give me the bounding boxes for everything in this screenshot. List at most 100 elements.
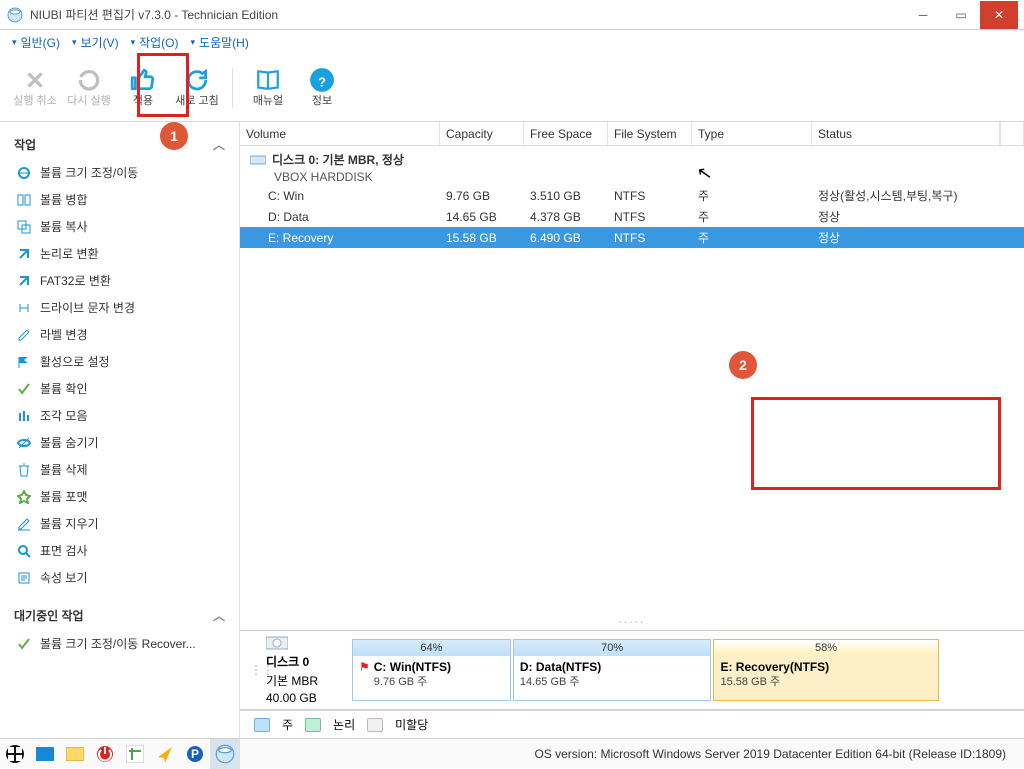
partition-box[interactable]: 64%⚑C: Win(NTFS)9.76 GB 주: [352, 639, 511, 701]
menu-bar: 일반(G) 보기(V) 작업(O) 도움말(H): [0, 30, 1024, 54]
svg-text:?: ?: [318, 75, 326, 90]
op-icon: [16, 408, 32, 424]
sidebar-op-4[interactable]: FAT32로 변환: [0, 267, 239, 294]
taskbar-app2[interactable]: [150, 739, 180, 769]
sidebar-op-7[interactable]: 활성으로 설정: [0, 348, 239, 375]
op-icon: [16, 219, 32, 235]
chevron-up-icon: ︿: [213, 607, 225, 624]
volume-row[interactable]: E: Recovery15.58 GB6.490 GBNTFS주정상: [240, 227, 1024, 248]
check-icon: [16, 636, 32, 652]
legend: 주 논리 미할당: [240, 710, 1024, 738]
partition-usage-bar: 64%: [353, 640, 510, 656]
sidebar-op-9[interactable]: 조각 모음: [0, 402, 239, 429]
disk-map: ⋮⋮ 디스크 0 기본 MBR 40.00 GB 64%⚑C: Win(NTFS…: [240, 630, 1024, 710]
col-volume[interactable]: Volume: [240, 122, 440, 145]
splitter[interactable]: .....: [240, 608, 1024, 630]
chevron-up-icon: ︿: [213, 136, 225, 153]
taskbar: P OS version: Microsoft Windows Server 2…: [0, 738, 1024, 768]
redo-icon: [75, 67, 103, 93]
maximize-button[interactable]: ▭: [942, 1, 980, 29]
op-label: 볼륨 지우기: [40, 515, 99, 532]
taskbar-app1[interactable]: [120, 739, 150, 769]
pending-op-0[interactable]: 볼륨 크기 조정/이동 Recover...: [0, 630, 239, 657]
sidebar-op-10[interactable]: 볼륨 숨기기: [0, 429, 239, 456]
pending-label: 볼륨 크기 조정/이동 Recover...: [40, 635, 196, 652]
sidebar-op-2[interactable]: 볼륨 복사: [0, 213, 239, 240]
partition-sublabel: 9.76 GB 주: [374, 675, 451, 690]
partition-label: C: Win(NTFS): [374, 659, 451, 675]
manual-button[interactable]: 매뉴얼: [245, 59, 291, 117]
partition-label: D: Data(NTFS): [520, 659, 601, 675]
sidebar-op-3[interactable]: 논리로 변환: [0, 240, 239, 267]
op-icon: [16, 192, 32, 208]
taskbar-power[interactable]: [90, 739, 120, 769]
refresh-button[interactable]: 새로 고침: [174, 59, 220, 117]
op-icon: [16, 300, 32, 316]
undo-button[interactable]: 실행 취소: [12, 59, 58, 117]
map-grip[interactable]: ⋮⋮: [250, 639, 260, 701]
menu-help[interactable]: 도움말(H): [187, 32, 253, 53]
content-area: Volume Capacity Free Space File System T…: [240, 122, 1024, 738]
apply-button[interactable]: 적용: [120, 59, 166, 117]
sidebar-op-12[interactable]: 볼륨 포맷: [0, 483, 239, 510]
sidebar-op-6[interactable]: 라벨 변경: [0, 321, 239, 348]
partition-box[interactable]: 70%D: Data(NTFS)14.65 GB 주: [513, 639, 712, 701]
minimize-button[interactable]: ─: [904, 1, 942, 29]
menu-general[interactable]: 일반(G): [8, 32, 64, 53]
annotation-badge-2: 2: [729, 351, 757, 379]
taskbar-niubi[interactable]: [210, 739, 240, 769]
sidebar-ops-header[interactable]: 작업 ︿: [0, 130, 239, 159]
toolbar-divider: [232, 68, 233, 108]
partition-box[interactable]: 58%E: Recovery(NTFS)15.58 GB 주: [713, 639, 938, 701]
sidebar-op-5[interactable]: 드라이브 문자 변경: [0, 294, 239, 321]
redo-button[interactable]: 다시 실행: [66, 59, 112, 117]
disk0-title: 디스크 0: 기본 MBR, 정상: [272, 151, 404, 168]
title-bar: NIUBI 파티션 편집기 v7.3.0 - Technician Editio…: [0, 0, 1024, 30]
col-capacity[interactable]: Capacity: [440, 122, 524, 145]
op-label: 볼륨 포맷: [40, 488, 88, 505]
op-icon: [16, 489, 32, 505]
col-filesystem[interactable]: File System: [608, 122, 692, 145]
col-status[interactable]: Status: [812, 122, 1000, 145]
op-icon: [16, 246, 32, 262]
op-label: 볼륨 확인: [40, 380, 88, 397]
menu-actions[interactable]: 작업(O): [127, 32, 183, 53]
sidebar-op-11[interactable]: 볼륨 삭제: [0, 456, 239, 483]
os-version-text: OS version: Microsoft Windows Server 201…: [534, 747, 1014, 761]
taskbar-explorer[interactable]: [60, 739, 90, 769]
op-label: 드라이브 문자 변경: [40, 299, 135, 316]
disk-map-info: 디스크 0 기본 MBR 40.00 GB: [262, 639, 350, 701]
op-icon: [16, 273, 32, 289]
op-icon: [16, 327, 32, 343]
op-icon: [16, 165, 32, 181]
col-type[interactable]: Type: [692, 122, 812, 145]
book-icon: [254, 67, 282, 93]
start-button[interactable]: [0, 739, 30, 769]
close-button[interactable]: ✕: [980, 1, 1018, 29]
sidebar-op-15[interactable]: 속성 보기: [0, 564, 239, 591]
partition-usage-bar: 58%: [714, 640, 937, 656]
volume-row[interactable]: C: Win9.76 GB3.510 GBNTFS주정상(활성,시스템,부팅,복…: [240, 185, 1024, 206]
window-title: NIUBI 파티션 편집기 v7.3.0 - Technician Editio…: [30, 6, 278, 23]
taskbar-desktop[interactable]: [30, 739, 60, 769]
op-label: 볼륨 숨기기: [40, 434, 99, 451]
partition-sublabel: 14.65 GB 주: [520, 675, 601, 690]
menu-view[interactable]: 보기(V): [68, 32, 123, 53]
volume-row[interactable]: D: Data14.65 GB4.378 GBNTFS주정상: [240, 206, 1024, 227]
sidebar-op-13[interactable]: 볼륨 지우기: [0, 510, 239, 537]
op-label: 볼륨 병합: [40, 191, 88, 208]
sidebar-pending-header[interactable]: 대기중인 작업 ︿: [0, 601, 239, 630]
sidebar-op-14[interactable]: 표면 검사: [0, 537, 239, 564]
sidebar-op-1[interactable]: 볼륨 병합: [0, 186, 239, 213]
op-icon: [16, 570, 32, 586]
sidebar-op-8[interactable]: 볼륨 확인: [0, 375, 239, 402]
annotation-badge-1: 1: [160, 122, 188, 150]
hdd-icon: [266, 635, 350, 651]
legend-primary-swatch: [254, 718, 270, 732]
info-button[interactable]: ? 정보: [299, 59, 345, 117]
col-free[interactable]: Free Space: [524, 122, 608, 145]
partition-label: E: Recovery(NTFS): [720, 659, 829, 675]
sidebar-op-0[interactable]: 볼륨 크기 조정/이동: [0, 159, 239, 186]
disk0-model: VBOX HARDDISK: [250, 170, 373, 184]
taskbar-app3[interactable]: P: [180, 739, 210, 769]
